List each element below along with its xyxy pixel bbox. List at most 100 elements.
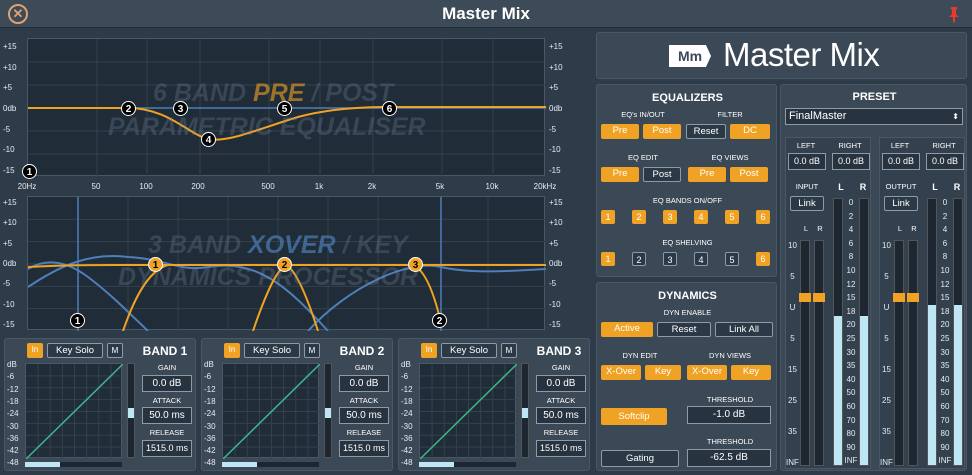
output-meter-tick: 90 xyxy=(940,442,950,452)
output-left-field[interactable]: 0.0 dB xyxy=(882,153,920,170)
input-meter-tick: 50 xyxy=(846,388,856,398)
dyn-active-button[interactable]: Active xyxy=(601,322,653,337)
eq-node-1[interactable]: 1 xyxy=(22,164,37,179)
input-fader-left[interactable] xyxy=(799,240,811,466)
band-release-field[interactable]: 1515.0 ms xyxy=(536,440,586,457)
input-fader-right[interactable] xyxy=(813,240,825,466)
eq_graph-db-tick: 0db xyxy=(549,104,563,113)
eq-edit-post-button[interactable]: Post xyxy=(643,167,681,182)
eq-shelf-4-button[interactable]: 4 xyxy=(694,252,708,266)
output-section: LEFT RIGHT 0.0 dB 0.0 dB OUTPUT Link L R L R 10 5 U 5… xyxy=(879,137,965,469)
band-gain-slider[interactable] xyxy=(324,363,332,458)
band-transfer-graph[interactable] xyxy=(25,363,123,459)
output-fader-right[interactable] xyxy=(907,240,919,466)
dyn-edit-key-button[interactable]: Key xyxy=(645,365,681,380)
band-m-button[interactable]: M xyxy=(501,343,517,358)
eq-views-pre-button[interactable]: Pre xyxy=(688,167,726,182)
input-left-field[interactable]: 0.0 dB xyxy=(788,153,826,170)
band-m-button[interactable]: M xyxy=(107,343,123,358)
input-right-field[interactable]: 0.0 dB xyxy=(832,153,870,170)
xover_graph-db-tick: +15 xyxy=(3,198,17,207)
filter-reset-button[interactable]: Reset xyxy=(686,124,726,139)
gating-threshold-field[interactable]: -62.5 dB xyxy=(687,449,771,467)
eq-shelf-1-button[interactable]: 1 xyxy=(601,252,615,266)
gating-button[interactable]: Gating xyxy=(601,450,679,467)
band-transfer-graph[interactable] xyxy=(419,363,517,459)
band-key-solo-button[interactable]: Key Solo xyxy=(441,343,497,358)
band-in-button[interactable]: In xyxy=(421,343,437,358)
softclip-threshold-field[interactable]: -1.0 dB xyxy=(687,406,771,424)
xover_graph-db-tick: +10 xyxy=(549,218,563,228)
preset-select[interactable]: FinalMaster ⬍ xyxy=(785,108,963,125)
band-attack-field[interactable]: 50.0 ms xyxy=(339,407,389,424)
eq-band-5-button[interactable]: 5 xyxy=(725,210,739,224)
eq-node-3[interactable]: 3 xyxy=(173,101,188,116)
xover-node-3[interactable]: 3 xyxy=(408,257,423,272)
dyn-edit-xover-button[interactable]: X-Over xyxy=(601,365,641,380)
dyn-reset-button[interactable]: Reset xyxy=(657,322,711,337)
output-fader-left[interactable] xyxy=(893,240,905,466)
close-icon[interactable]: ✕ xyxy=(8,4,28,24)
output-right-label: RIGHT xyxy=(932,141,956,150)
band-gain-field[interactable]: 0.0 dB xyxy=(142,375,192,392)
band-attack-field[interactable]: 50.0 ms xyxy=(536,407,586,424)
eq-node-2[interactable]: 2 xyxy=(121,101,136,116)
xover-watermark-xover: XOVER xyxy=(248,231,336,259)
xover_graph-db-tick: 0db xyxy=(3,259,17,268)
band-key-solo-button[interactable]: Key Solo xyxy=(244,343,300,358)
output-link-button[interactable]: Link xyxy=(884,196,918,211)
output-meter-tick: 35 xyxy=(940,361,950,371)
input-meter-l-label: L xyxy=(838,182,844,192)
band-gain-slider[interactable] xyxy=(127,363,135,458)
eq-node-4[interactable]: 4 xyxy=(201,132,216,147)
eq-views-post-button[interactable]: Post xyxy=(730,167,768,182)
eq-inout-pre-button[interactable]: Pre xyxy=(601,124,639,139)
eq-shelf-5-button[interactable]: 5 xyxy=(725,252,739,266)
band-release-field[interactable]: 1515.0 ms xyxy=(142,440,192,457)
xover-node-1[interactable]: 1 xyxy=(148,257,163,272)
eq-shelf-6-button[interactable]: 6 xyxy=(756,252,770,266)
band-gain-slider[interactable] xyxy=(521,363,529,458)
eq-band-3-button[interactable]: 3 xyxy=(663,210,677,224)
eq-band-1-button[interactable]: 1 xyxy=(601,210,615,224)
band-release-field[interactable]: 1515.0 ms xyxy=(339,440,389,457)
pin-icon[interactable] xyxy=(947,6,961,23)
input-meter-tick: 0 xyxy=(848,198,854,207)
eq-band-4-button[interactable]: 4 xyxy=(694,210,708,224)
eq-inout-post-button[interactable]: Post xyxy=(643,124,681,139)
softclip-button[interactable]: Softclip xyxy=(601,408,667,425)
eq-shelf-3-button[interactable]: 3 xyxy=(663,252,677,266)
xover-split-1[interactable]: 1 xyxy=(70,313,85,328)
dyn-link-all-button[interactable]: Link All xyxy=(715,322,773,337)
input-meter-tick: 70 xyxy=(846,415,856,425)
eq-node-6[interactable]: 6 xyxy=(382,101,397,116)
input-link-button[interactable]: Link xyxy=(790,196,824,211)
eq-bands-label: EQ BANDS ON/OFF xyxy=(652,196,723,205)
output-right-field[interactable]: 0.0 dB xyxy=(926,153,964,170)
output-meter-tick: INF xyxy=(938,456,952,466)
band-key-solo-button[interactable]: Key Solo xyxy=(47,343,103,358)
filter-dc-button[interactable]: DC xyxy=(730,124,770,139)
band-gain-field[interactable]: 0.0 dB xyxy=(339,375,389,392)
input-meter-tick: 90 xyxy=(846,442,856,452)
eq_graph-db-tick: +15 xyxy=(3,42,17,51)
xover-split-2[interactable]: 2 xyxy=(432,313,447,328)
dyn-views-key-button[interactable]: Key xyxy=(731,365,771,380)
band-in-button[interactable]: In xyxy=(224,343,240,358)
band-transfer-graph[interactable] xyxy=(222,363,320,459)
band-m-button[interactable]: M xyxy=(304,343,320,358)
band-gain-field[interactable]: 0.0 dB xyxy=(536,375,586,392)
eq-band-6-button[interactable]: 6 xyxy=(756,210,770,224)
band-db-tick: -6 xyxy=(7,372,15,382)
band-in-button[interactable]: In xyxy=(27,343,43,358)
eq-edit-pre-button[interactable]: Pre xyxy=(601,167,639,182)
eq-node-5[interactable]: 5 xyxy=(277,101,292,116)
eq-shelf-2-button[interactable]: 2 xyxy=(632,252,646,266)
dyn-views-xover-button[interactable]: X-Over xyxy=(687,365,727,380)
output-meter-tick: 2 xyxy=(942,211,948,221)
xover-node-2[interactable]: 2 xyxy=(277,257,292,272)
eq-band-2-button[interactable]: 2 xyxy=(632,210,646,224)
softclip-threshold-label: THRESHOLD xyxy=(706,395,754,404)
output-fader-tick: 5 xyxy=(884,272,889,281)
band-attack-field[interactable]: 50.0 ms xyxy=(142,407,192,424)
